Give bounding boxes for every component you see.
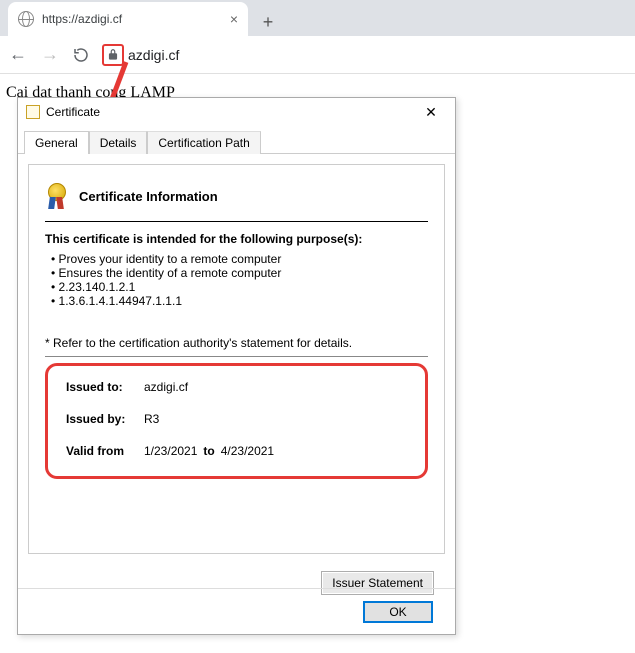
valid-from-label: Valid from [66,444,144,458]
reload-button[interactable] [72,46,90,64]
list-item: Proves your identity to a remote compute… [51,252,428,266]
dialog-title: Certificate [46,105,413,119]
purpose-list: Proves your identity to a remote compute… [51,252,428,308]
forward-button: → [40,44,60,65]
divider [45,221,428,222]
general-panel: Certificate Information This certificate… [28,164,445,554]
url-text: azdigi.cf [128,47,179,63]
dialog-footer: OK [18,588,455,634]
dialog-tabs: General Details Certification Path [18,126,455,154]
tab-title: https://azdigi.cf [42,12,222,26]
address-bar[interactable]: azdigi.cf [102,44,627,66]
globe-icon [18,11,34,27]
issued-by-label: Issued by: [66,412,144,426]
tab-certification-path[interactable]: Certification Path [147,131,260,154]
new-tab-button[interactable]: + [254,8,282,36]
issued-highlight-box: Issued to: azdigi.cf Issued by: R3 Valid… [45,363,428,479]
list-item: 1.3.6.1.4.1.44947.1.1.1 [51,294,428,308]
certificate-icon [26,105,40,119]
refer-note: * Refer to the certification authority's… [45,336,428,350]
certificate-dialog: Certificate ✕ General Details Certificat… [17,97,456,635]
tab-details[interactable]: Details [89,131,148,154]
cert-info-heading: Certificate Information [79,189,218,204]
lock-highlight-box [102,44,124,66]
issued-by-value: R3 [144,412,159,426]
back-button[interactable]: ← [8,44,28,65]
divider [45,356,428,357]
close-tab-icon[interactable]: × [230,11,238,27]
issued-to-value: azdigi.cf [144,380,188,394]
issued-by-row: Issued by: R3 [66,412,407,426]
valid-from-value: 1/23/2021 [144,444,197,458]
browser-tab-strip: https://azdigi.cf × + [0,0,635,36]
issued-to-label: Issued to: [66,380,144,394]
close-dialog-button[interactable]: ✕ [413,101,449,123]
valid-from-row: Valid from 1/23/2021 to 4/23/2021 [66,444,407,458]
dialog-titlebar: Certificate ✕ [18,98,455,126]
browser-toolbar: ← → azdigi.cf [0,36,635,74]
ok-button[interactable]: OK [363,601,433,623]
list-item: 2.23.140.1.2.1 [51,280,428,294]
tab-general[interactable]: General [24,131,89,154]
list-item: Ensures the identity of a remote compute… [51,266,428,280]
issued-to-row: Issued to: azdigi.cf [66,380,407,394]
valid-to-value: 4/23/2021 [221,444,274,458]
certificate-ribbon-icon [45,181,69,211]
valid-to-word: to [203,444,214,458]
browser-tab[interactable]: https://azdigi.cf × [8,2,248,36]
purpose-heading: This certificate is intended for the fol… [45,232,428,246]
lock-icon [106,48,120,62]
